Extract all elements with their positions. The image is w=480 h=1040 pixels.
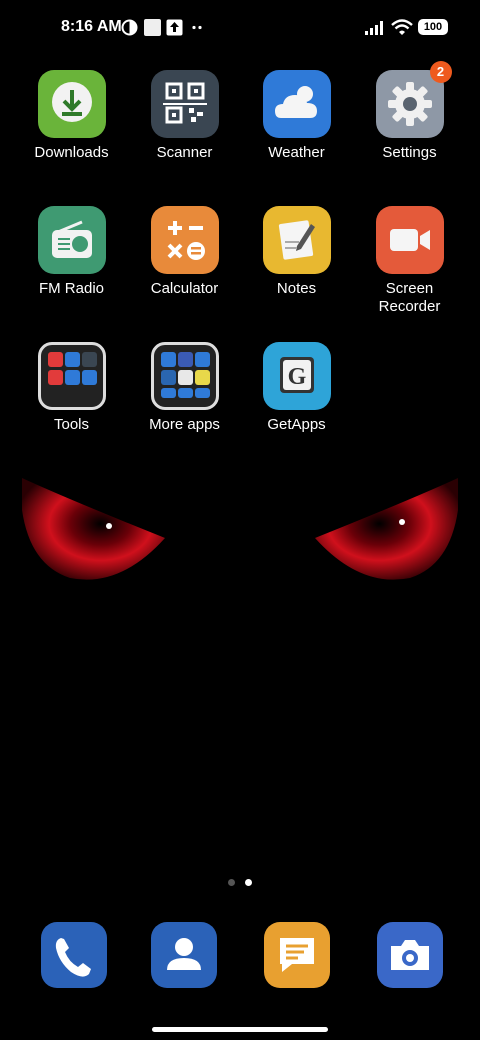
app-scanner[interactable]: Scanner: [128, 70, 241, 162]
mini-app-icon: [81, 352, 97, 367]
dock-phone[interactable]: [17, 922, 130, 988]
app-label: FM Radio: [38, 280, 105, 297]
mini-app-icon: [64, 352, 80, 367]
upload-icon: [166, 19, 183, 36]
qr-code-icon: [150, 70, 219, 138]
status-bar: 8:16 AM 100: [0, 0, 480, 56]
notes-icon: [262, 206, 331, 274]
app-label: GetApps: [267, 416, 326, 433]
left-eye: [22, 478, 165, 580]
mini-app-icon: [177, 370, 193, 385]
wifi-icon: [391, 19, 413, 35]
signal-icon: [365, 21, 383, 35]
battery-level: 100: [423, 21, 443, 33]
app-label: More apps: [149, 416, 220, 433]
folder-icon: [37, 342, 106, 410]
app-label: Scanner: [156, 144, 213, 161]
privacy-icon: [121, 19, 138, 36]
mini-app-icon: [194, 352, 210, 367]
app-label: Calculator: [150, 280, 219, 297]
mini-app-icon: [160, 388, 176, 398]
getapps-icon: G: [262, 342, 331, 410]
folder-tools[interactable]: Tools: [15, 342, 128, 434]
dock-contacts[interactable]: [127, 922, 240, 988]
folder-more-apps[interactable]: More apps: [128, 342, 241, 434]
camera-icon: [376, 922, 443, 988]
app-label: Settings: [382, 144, 437, 161]
home-indicator[interactable]: [152, 1027, 328, 1032]
app-notes[interactable]: Notes: [240, 206, 353, 298]
app-fm-radio[interactable]: FM Radio: [15, 206, 128, 298]
mic-mini-icon: [47, 352, 63, 367]
radio-icon: [37, 206, 106, 274]
mini-app-icon: [194, 388, 210, 398]
app-label: Notes: [276, 280, 317, 297]
download-icon: [37, 70, 106, 138]
app-label: Downloads: [34, 144, 109, 161]
app-getapps[interactable]: G GetApps: [240, 342, 353, 434]
cloud-sun-icon: [262, 70, 331, 138]
app-settings[interactable]: 2 Settings: [353, 61, 466, 162]
linkedin-mini-icon: [160, 370, 176, 385]
app-label: Tools: [53, 416, 90, 433]
mini-app-icon: [47, 370, 63, 385]
page-dot-active[interactable]: [245, 879, 252, 886]
video-camera-icon: [375, 206, 444, 274]
gear-icon: 2: [375, 61, 452, 138]
calculator-icon: [150, 206, 219, 274]
wallpaper-eyes: [22, 478, 458, 580]
mini-app-icon: [81, 370, 97, 385]
phone-icon: [40, 922, 107, 988]
status-time: 8:16 AM: [61, 18, 122, 35]
svg-text:G: G: [287, 364, 306, 390]
facebook-mini-icon: [177, 352, 193, 367]
contacts-icon: [150, 922, 217, 988]
page-dot[interactable]: [228, 879, 235, 886]
folder-icon: [150, 342, 219, 410]
app-label: Weather: [268, 144, 325, 161]
message-icon: [263, 922, 330, 988]
mini-app-icon: [194, 370, 210, 385]
mini-app-icon: [177, 388, 193, 398]
battery-icon: 100: [418, 19, 448, 35]
dock-camera[interactable]: [353, 922, 466, 988]
app-notification-icon: [144, 19, 161, 36]
app-calculator[interactable]: Calculator: [128, 206, 241, 298]
dock-messages[interactable]: [240, 922, 353, 988]
notification-badge: 2: [429, 61, 452, 83]
app-downloads[interactable]: Downloads: [15, 70, 128, 162]
app-screen-recorder[interactable]: Screen Recorder: [353, 206, 466, 316]
mini-app-icon: [64, 370, 80, 385]
right-eye: [315, 478, 458, 580]
mini-app-icon: [160, 352, 176, 367]
app-label: Screen Recorder: [378, 280, 441, 315]
app-weather[interactable]: Weather: [240, 70, 353, 162]
more-dots-icon: [192, 25, 202, 30]
